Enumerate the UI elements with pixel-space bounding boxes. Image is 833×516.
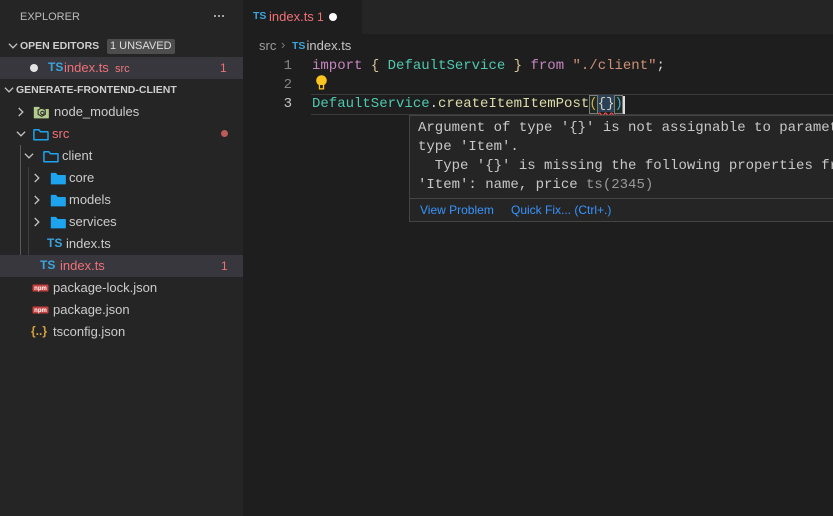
svg-text:npm: npm [34,286,47,292]
svg-text:npm: npm [34,308,47,314]
